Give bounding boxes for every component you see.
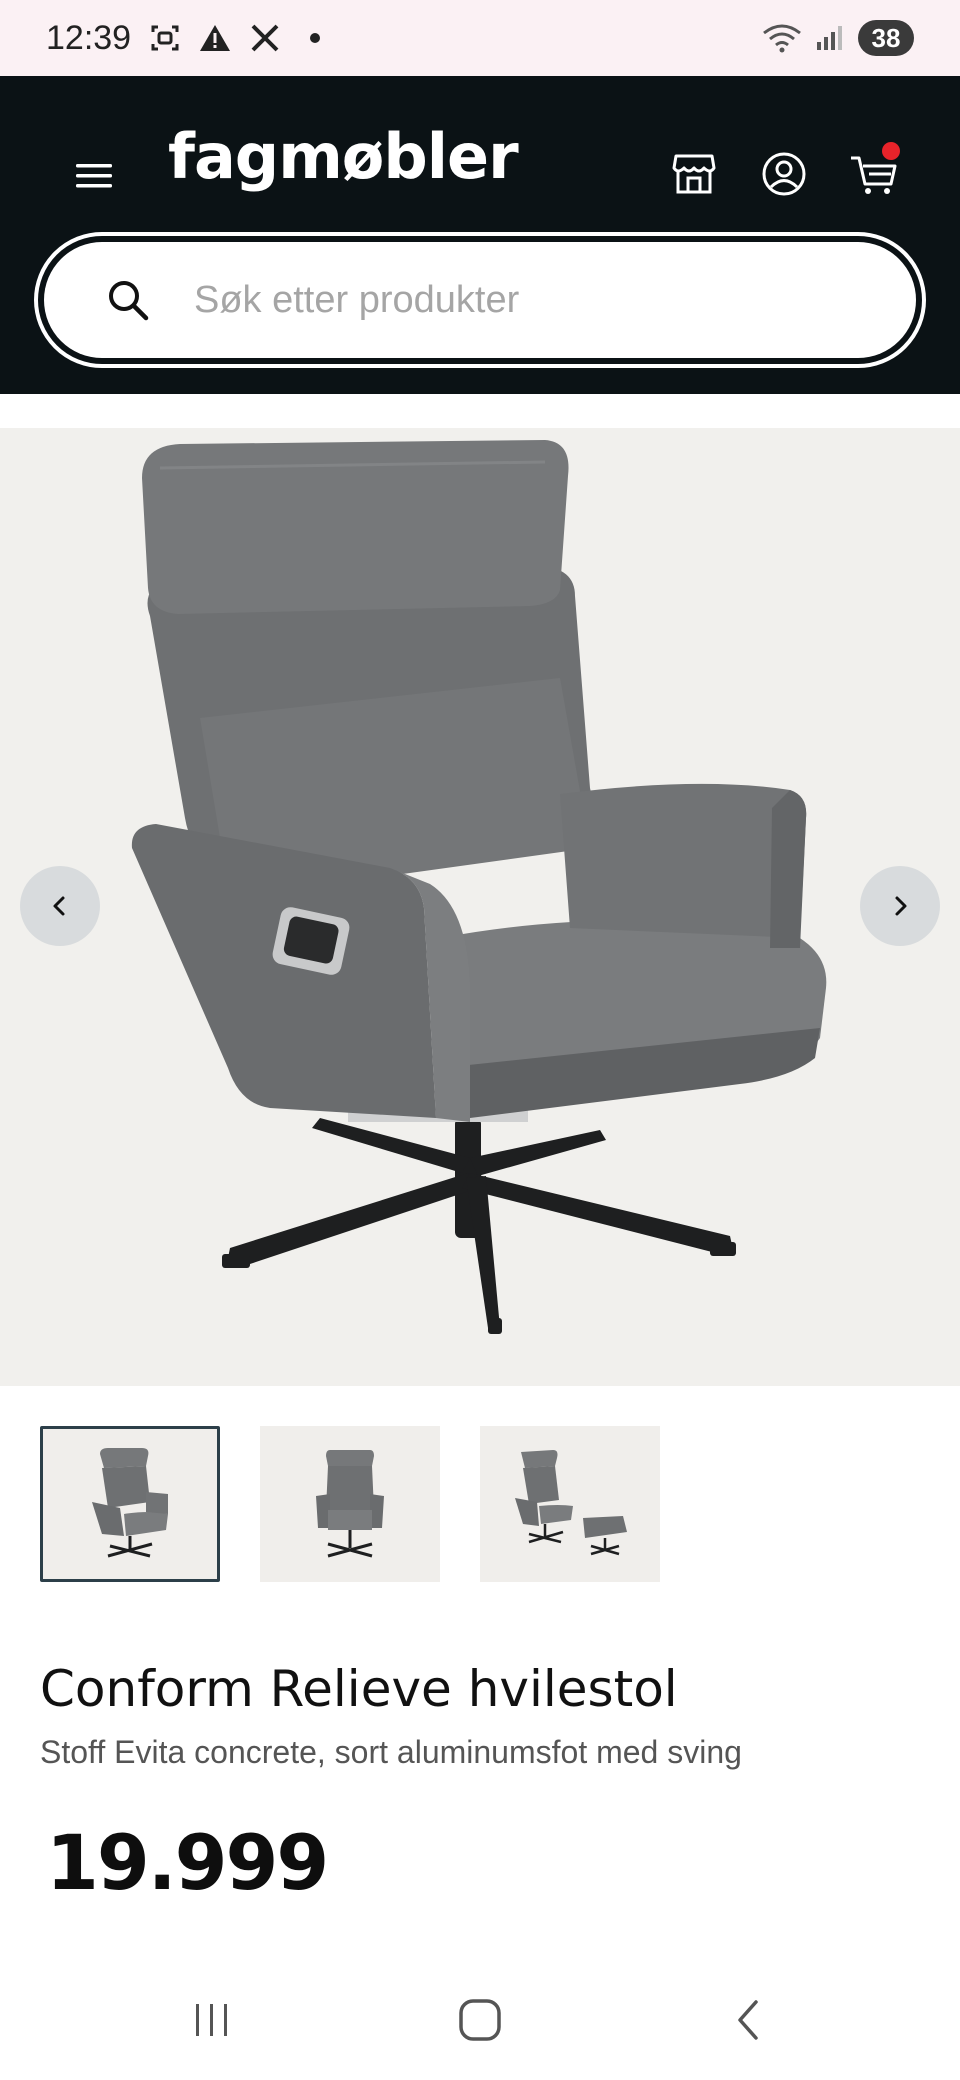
chevron-right-icon: [895, 896, 907, 916]
system-nav-bar: [0, 1960, 960, 2080]
status-left: 12:39: [46, 19, 331, 58]
next-image-button[interactable]: [860, 866, 940, 946]
status-bar: 12:39 38: [0, 0, 960, 76]
cart-button[interactable]: [846, 142, 902, 202]
chair-angle-view: [92, 1448, 168, 1558]
account-button[interactable]: [756, 146, 812, 202]
search-container: [44, 242, 916, 358]
cart-badge: [882, 142, 900, 160]
signal-icon: [814, 22, 846, 54]
chevron-left-icon: [53, 896, 65, 916]
product-subtitle: Stoff Evita concrete, sort aluminumsfot …: [40, 1734, 742, 1770]
product-image-carousel[interactable]: [0, 428, 960, 1386]
thumbnail-3[interactable]: [480, 1426, 660, 1582]
home-button[interactable]: [440, 1988, 520, 2052]
status-right: 38: [762, 20, 914, 56]
site-logo[interactable]: fagmøbler: [168, 120, 519, 193]
menu-icon: [76, 164, 112, 188]
recent-apps-button[interactable]: [172, 1988, 252, 2052]
thumbnail-2[interactable]: [260, 1426, 440, 1582]
screenshot-icon: [149, 22, 181, 54]
product-price: 19.999: [46, 1818, 329, 1907]
back-button[interactable]: [708, 1988, 788, 2052]
thumbnail-strip: [40, 1426, 660, 1582]
product-title: Conform Relieve hvilestol: [40, 1660, 678, 1718]
site-header: fagmøbler: [0, 76, 960, 394]
battery-indicator: 38: [858, 20, 914, 56]
store-icon: [672, 154, 716, 194]
search-bar[interactable]: [34, 232, 926, 368]
recent-apps-icon: [196, 2004, 227, 2036]
menu-button[interactable]: [72, 154, 116, 198]
search-input[interactable]: [194, 278, 894, 322]
home-icon: [459, 1999, 501, 2041]
store-button[interactable]: [666, 146, 722, 202]
thumbnail-1[interactable]: [40, 1426, 220, 1582]
grey-recliner-chair: [131, 440, 827, 1334]
warning-icon: [199, 22, 231, 54]
account-icon: [762, 152, 806, 196]
chair-front-view: [316, 1450, 384, 1558]
back-icon: [738, 2000, 758, 2040]
prev-image-button[interactable]: [20, 866, 100, 946]
wifi-icon: [762, 22, 802, 54]
status-time: 12:39: [46, 18, 132, 57]
dot-icon: [299, 22, 331, 54]
x-logo-icon: [249, 22, 281, 54]
chair-with-footstool: [515, 1450, 627, 1556]
search-icon: [109, 281, 149, 321]
